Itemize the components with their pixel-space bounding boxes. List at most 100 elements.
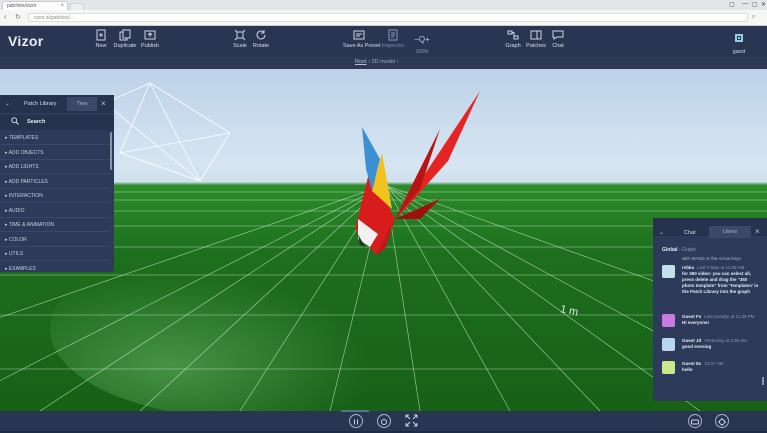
message-time: Yesterday at 2:55 AM	[704, 338, 747, 343]
message-author: rebka	[682, 265, 695, 270]
chevron-down-icon[interactable]: ⌄	[659, 229, 664, 236]
user-avatar-icon	[735, 34, 743, 42]
zoom-value: 100%	[415, 49, 429, 55]
patch-library-title[interactable]: Patch Library	[24, 101, 56, 107]
category-add-particles[interactable]: ▸ ADD PARTICLES	[0, 176, 111, 189]
new-icon	[96, 29, 106, 41]
save-preset-icon	[353, 30, 365, 40]
share-button[interactable]	[715, 414, 729, 428]
user-menu[interactable]: guest	[728, 30, 750, 55]
category-add-lights[interactable]: ▸ ADD LIGHTS	[0, 161, 111, 174]
duplicate-icon	[119, 29, 131, 41]
chat-icon	[552, 30, 564, 40]
graph-icon	[507, 30, 519, 40]
category-examples[interactable]: ▸ EXAMPLES	[0, 263, 111, 276]
chat-message: Guest Jd Yesterday at 2:55 AM good evenin…	[662, 338, 762, 352]
vizor-logo[interactable]: Vizor	[8, 33, 43, 49]
category-label: EXAMPLES	[8, 266, 36, 272]
message-author: Guest 8o	[682, 361, 702, 366]
category-label: ADD PARTICLES	[8, 179, 48, 185]
share-icon	[718, 418, 726, 426]
tab-tree[interactable]: Tree	[67, 97, 97, 111]
browser-tab[interactable]: patches/vizor ×	[2, 1, 68, 10]
breadcrumb-root[interactable]: Root	[355, 59, 367, 65]
publish-icon	[144, 30, 156, 40]
vr-button[interactable]	[688, 414, 702, 428]
maximize-icon[interactable]: ▢	[752, 1, 758, 8]
close-icon[interactable]: ×	[101, 99, 106, 108]
inspector-button[interactable]: Inspector	[377, 29, 409, 49]
chat-tab-separator: ›	[678, 247, 681, 253]
search-icon[interactable]	[11, 117, 19, 125]
save-as-preset-button[interactable]: Save As Preset	[343, 29, 381, 49]
chat-scrollbar[interactable]	[762, 377, 764, 385]
avatar	[662, 361, 675, 374]
close-icon[interactable]: ×	[755, 227, 760, 236]
zoom-icon[interactable]: −Q+	[414, 35, 430, 44]
chat-title[interactable]: Chat	[684, 230, 696, 236]
chat-message: rebka Last Friday at 11:28 AM for 360 vid…	[662, 265, 762, 305]
breadcrumb: Root › 3D model ›	[355, 59, 398, 65]
pause-button[interactable]	[349, 414, 363, 428]
vr-icon	[691, 419, 699, 425]
category-interaction[interactable]: ▸ INTERACTION	[0, 190, 111, 203]
stop-button[interactable]	[377, 414, 391, 428]
avatar	[662, 314, 675, 327]
camera-frustum	[104, 82, 231, 182]
url-field[interactable]: vizor.io/patches/...	[28, 13, 748, 22]
category-label: ADD OBJECTS	[8, 150, 44, 156]
back-icon[interactable]: ‹	[4, 12, 7, 21]
inspector-label: Inspector	[381, 43, 405, 49]
chat-message: Guest 8o 10:37 AM hello	[662, 361, 762, 375]
zoom-control[interactable]: −Q+ 100%	[409, 29, 435, 55]
category-add-objects[interactable]: ▸ ADD OBJECTS	[0, 147, 111, 160]
message-time: 10:37 AM	[704, 361, 724, 366]
reload-icon[interactable]: ↻	[15, 13, 21, 21]
category-time-animation[interactable]: ▸ TIME & ANIMATION	[0, 219, 111, 232]
parrot-model	[355, 91, 480, 255]
tab-users[interactable]: Users	[709, 226, 751, 238]
chat-label: Chat	[552, 43, 564, 49]
category-label: INTERACTION	[8, 193, 43, 199]
rotate-button[interactable]: Rotate	[245, 29, 277, 49]
search-icon[interactable]: ⌕	[752, 14, 755, 21]
tab-graph[interactable]: Graph	[682, 247, 696, 253]
tab-global[interactable]: Global	[662, 247, 678, 253]
publish-button[interactable]: Publish	[134, 29, 166, 49]
breadcrumb-current[interactable]: 3D model	[372, 59, 396, 65]
fullscreen-icon	[405, 414, 418, 427]
chat-channel-tabs: Global › Graph	[662, 247, 696, 253]
avatar	[662, 338, 675, 351]
message-text: good evening	[682, 344, 712, 349]
category-color[interactable]: ▸ COLOR	[0, 234, 111, 247]
category-audio[interactable]: ▸ AUDIO	[0, 205, 111, 218]
chat-message: Guest Fs Last Sunday at 11:38 PM Hi every…	[662, 314, 762, 328]
message-time: Last Sunday at 11:38 PM	[704, 314, 755, 319]
3d-viewport[interactable]: 1 m	[0, 69, 767, 411]
rotate-label: Rotate	[252, 43, 270, 49]
category-utils[interactable]: ▸ UTILS	[0, 248, 111, 261]
message-time: Last Friday at 11:28 AM	[697, 265, 745, 270]
stop-icon	[381, 419, 387, 425]
publish-label: Publish	[140, 43, 160, 49]
message-text: hello	[682, 367, 693, 372]
category-label: COLOR	[8, 237, 27, 243]
breadcrumb-separator: ›	[368, 59, 370, 65]
category-templates[interactable]: ▸ TEMPLATES	[0, 132, 111, 145]
rotate-icon	[256, 30, 266, 40]
chat-message-partial: with WASD or the Arrow keys	[682, 256, 741, 261]
message-author: Guest Jd	[682, 338, 702, 343]
search-input[interactable]: Search	[27, 119, 45, 125]
browser-tab-bar	[0, 0, 767, 10]
chat-button[interactable]: Chat	[542, 29, 574, 49]
patch-library-scrollbar[interactable]	[110, 132, 112, 170]
close-window-icon[interactable]: ✕	[761, 1, 766, 8]
category-label: AUDIO	[8, 208, 25, 214]
fullscreen-button[interactable]	[405, 414, 418, 432]
scene-graphics	[0, 82, 767, 411]
chevron-down-icon[interactable]: ⌄	[5, 100, 10, 107]
message-author: Guest Fs	[682, 314, 702, 319]
minimize-icon[interactable]: —	[742, 1, 748, 7]
user-profile-icon[interactable]: ▢	[729, 1, 735, 8]
inspector-icon	[388, 29, 398, 41]
